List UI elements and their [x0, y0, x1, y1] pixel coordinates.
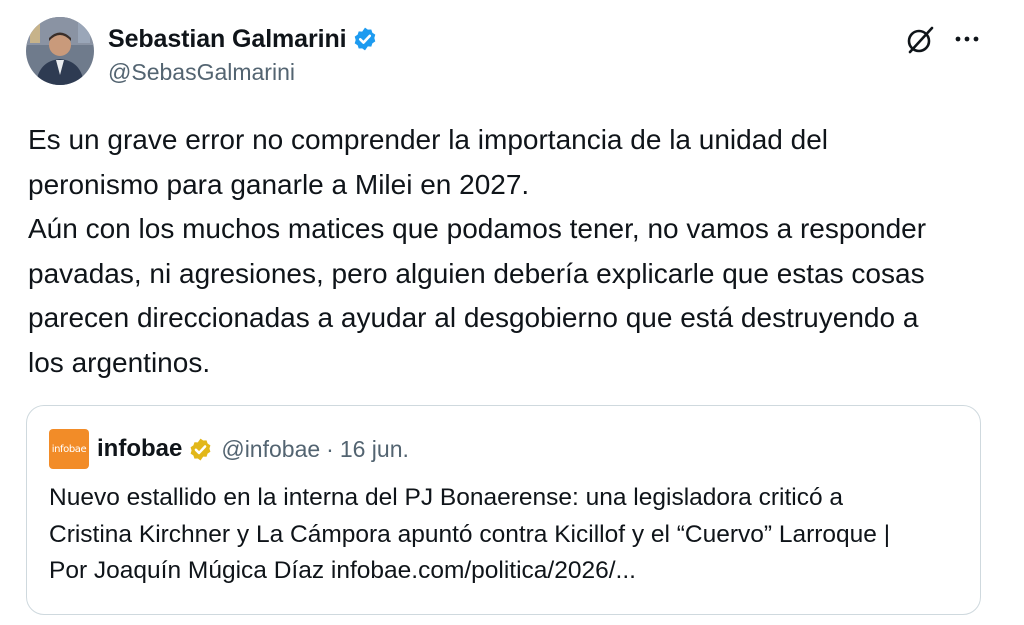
tweet-text-line: Aún con los muchos matices que podamos t… — [28, 213, 927, 245]
tweet-text-line: pavadas, ni agresiones, pero alguien deb… — [28, 257, 925, 289]
tweet-text: Es un grave error no comprender la impor… — [28, 118, 1003, 386]
avatar-image — [26, 17, 94, 85]
author-avatar[interactable] — [26, 17, 94, 85]
quoted-date[interactable]: 16 jun. — [340, 436, 409, 463]
quoted-logo-text: infobae — [51, 443, 87, 455]
quoted-avatar[interactable]: infobae — [49, 429, 89, 469]
quoted-display-name[interactable]: infobae — [97, 435, 182, 463]
tweet-text-line: los argentinos. — [28, 346, 211, 378]
separator-dot: · — [326, 435, 334, 462]
quoted-handle[interactable]: @infobae — [221, 436, 320, 463]
quoted-tweet-card[interactable]: infobae infobae @infobae · 16 jun. Nuevo… — [26, 405, 981, 615]
quoted-tweet-text: Nuevo estallido en la interna del PJ Bon… — [49, 480, 964, 590]
more-options-icon[interactable] — [952, 24, 982, 54]
gold-verified-badge-icon — [190, 438, 211, 460]
tweet: Sebastian Galmarini @SebasGalmarini Es u… — [0, 0, 1024, 625]
quoted-text-line: Cristina Kirchner y La Cámpora apuntó co… — [49, 520, 891, 548]
quoted-tweet-header: infobae infobae @infobae · 16 jun. — [49, 429, 409, 469]
tweet-text-line: Es un grave error no comprender la impor… — [28, 124, 829, 155]
tweet-text-line: parecen direccionadas a ayudar al desgob… — [28, 302, 919, 334]
author-display-name[interactable]: Sebastian Galmarini — [108, 25, 347, 54]
author-handle[interactable]: @SebasGalmarini — [108, 59, 295, 86]
tweet-text-line: peronismo para ganarle a Milei en 2027. — [28, 168, 530, 200]
quoted-text-line: Nuevo estallido en la interna del PJ Bon… — [49, 484, 844, 511]
author-name-row: Sebastian Galmarini — [108, 22, 378, 56]
quoted-text-line: Por Joaquín Múgica Díaz infobae.com/poli… — [49, 557, 636, 584]
verified-badge-icon — [355, 27, 376, 51]
grok-icon[interactable] — [902, 22, 938, 58]
